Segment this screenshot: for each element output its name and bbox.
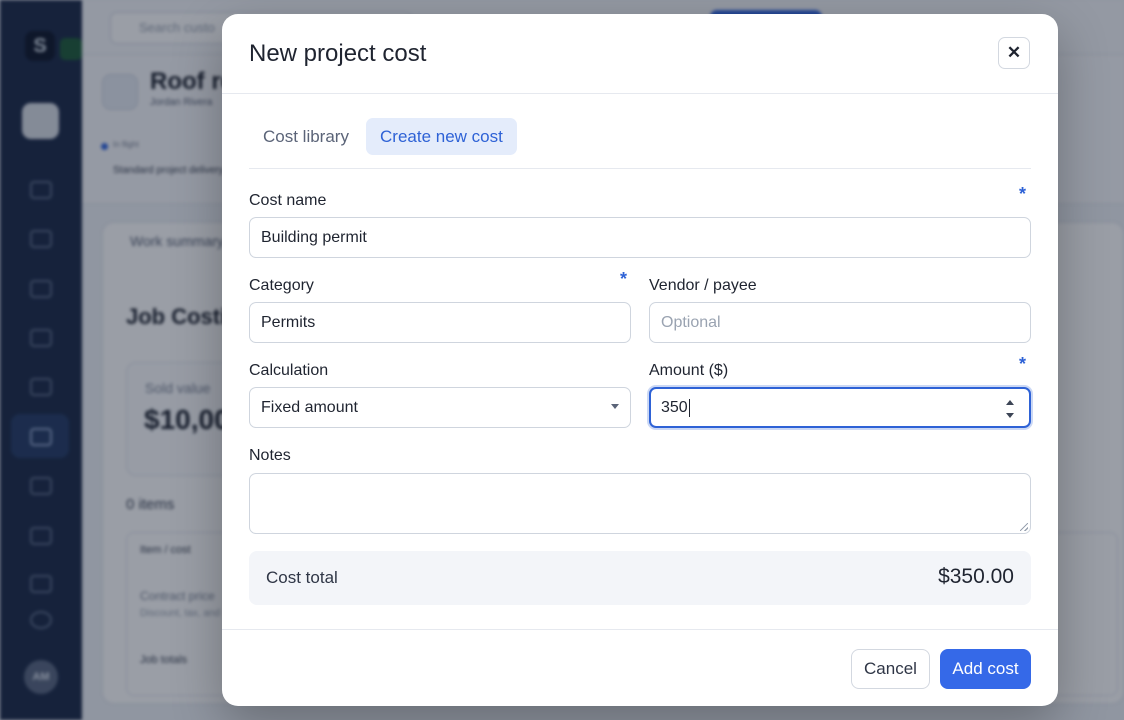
cost-total-value: $350.00 — [938, 565, 1014, 588]
calculation-label: Calculation — [249, 362, 329, 379]
cost-total-label: Cost total — [266, 568, 338, 587]
close-button[interactable]: ✕ — [998, 37, 1030, 69]
vendor-label: Vendor / payee — [649, 277, 757, 294]
cost-name-input[interactable]: Building permit — [249, 217, 1031, 258]
required-marker: * — [1019, 184, 1027, 204]
close-icon: ✕ — [1006, 43, 1022, 62]
stepper-icon[interactable] — [1005, 400, 1015, 418]
required-marker: * — [620, 269, 628, 289]
dialog-header: New project cost ✕ — [222, 14, 1058, 94]
cost-name-label: Cost name — [249, 192, 327, 209]
chevron-down-icon — [611, 404, 619, 409]
dialog-tabs: Cost library Create new cost — [249, 118, 1031, 169]
category-label: Category — [249, 277, 314, 294]
calculation-selected-value: Fixed amount — [261, 399, 358, 416]
amount-value: 350 — [661, 399, 688, 416]
dialog-footer: Cancel Add cost — [222, 629, 1058, 706]
calculation-select[interactable]: Fixed amount — [249, 387, 631, 428]
required-marker: * — [1019, 354, 1027, 374]
category-input[interactable]: Permits — [249, 302, 631, 343]
cancel-button[interactable]: Cancel — [851, 649, 930, 689]
amount-input[interactable]: 350 — [649, 387, 1031, 428]
new-project-cost-dialog: New project cost ✕ Cost library Create n… — [222, 14, 1058, 706]
cost-total-panel: Cost total $350.00 — [249, 551, 1031, 605]
vendor-input[interactable]: Optional — [649, 302, 1031, 343]
tab-cost-library[interactable]: Cost library — [249, 118, 363, 155]
amount-label: Amount ($) — [649, 362, 729, 379]
notes-label: Notes — [249, 447, 291, 464]
tab-create-new-cost[interactable]: Create new cost — [366, 118, 517, 155]
dialog-title: New project cost — [249, 40, 427, 67]
text-caret — [688, 398, 691, 417]
resize-handle-icon[interactable] — [1020, 523, 1028, 531]
add-cost-button[interactable]: Add cost — [940, 649, 1031, 689]
notes-textarea[interactable] — [249, 473, 1031, 534]
